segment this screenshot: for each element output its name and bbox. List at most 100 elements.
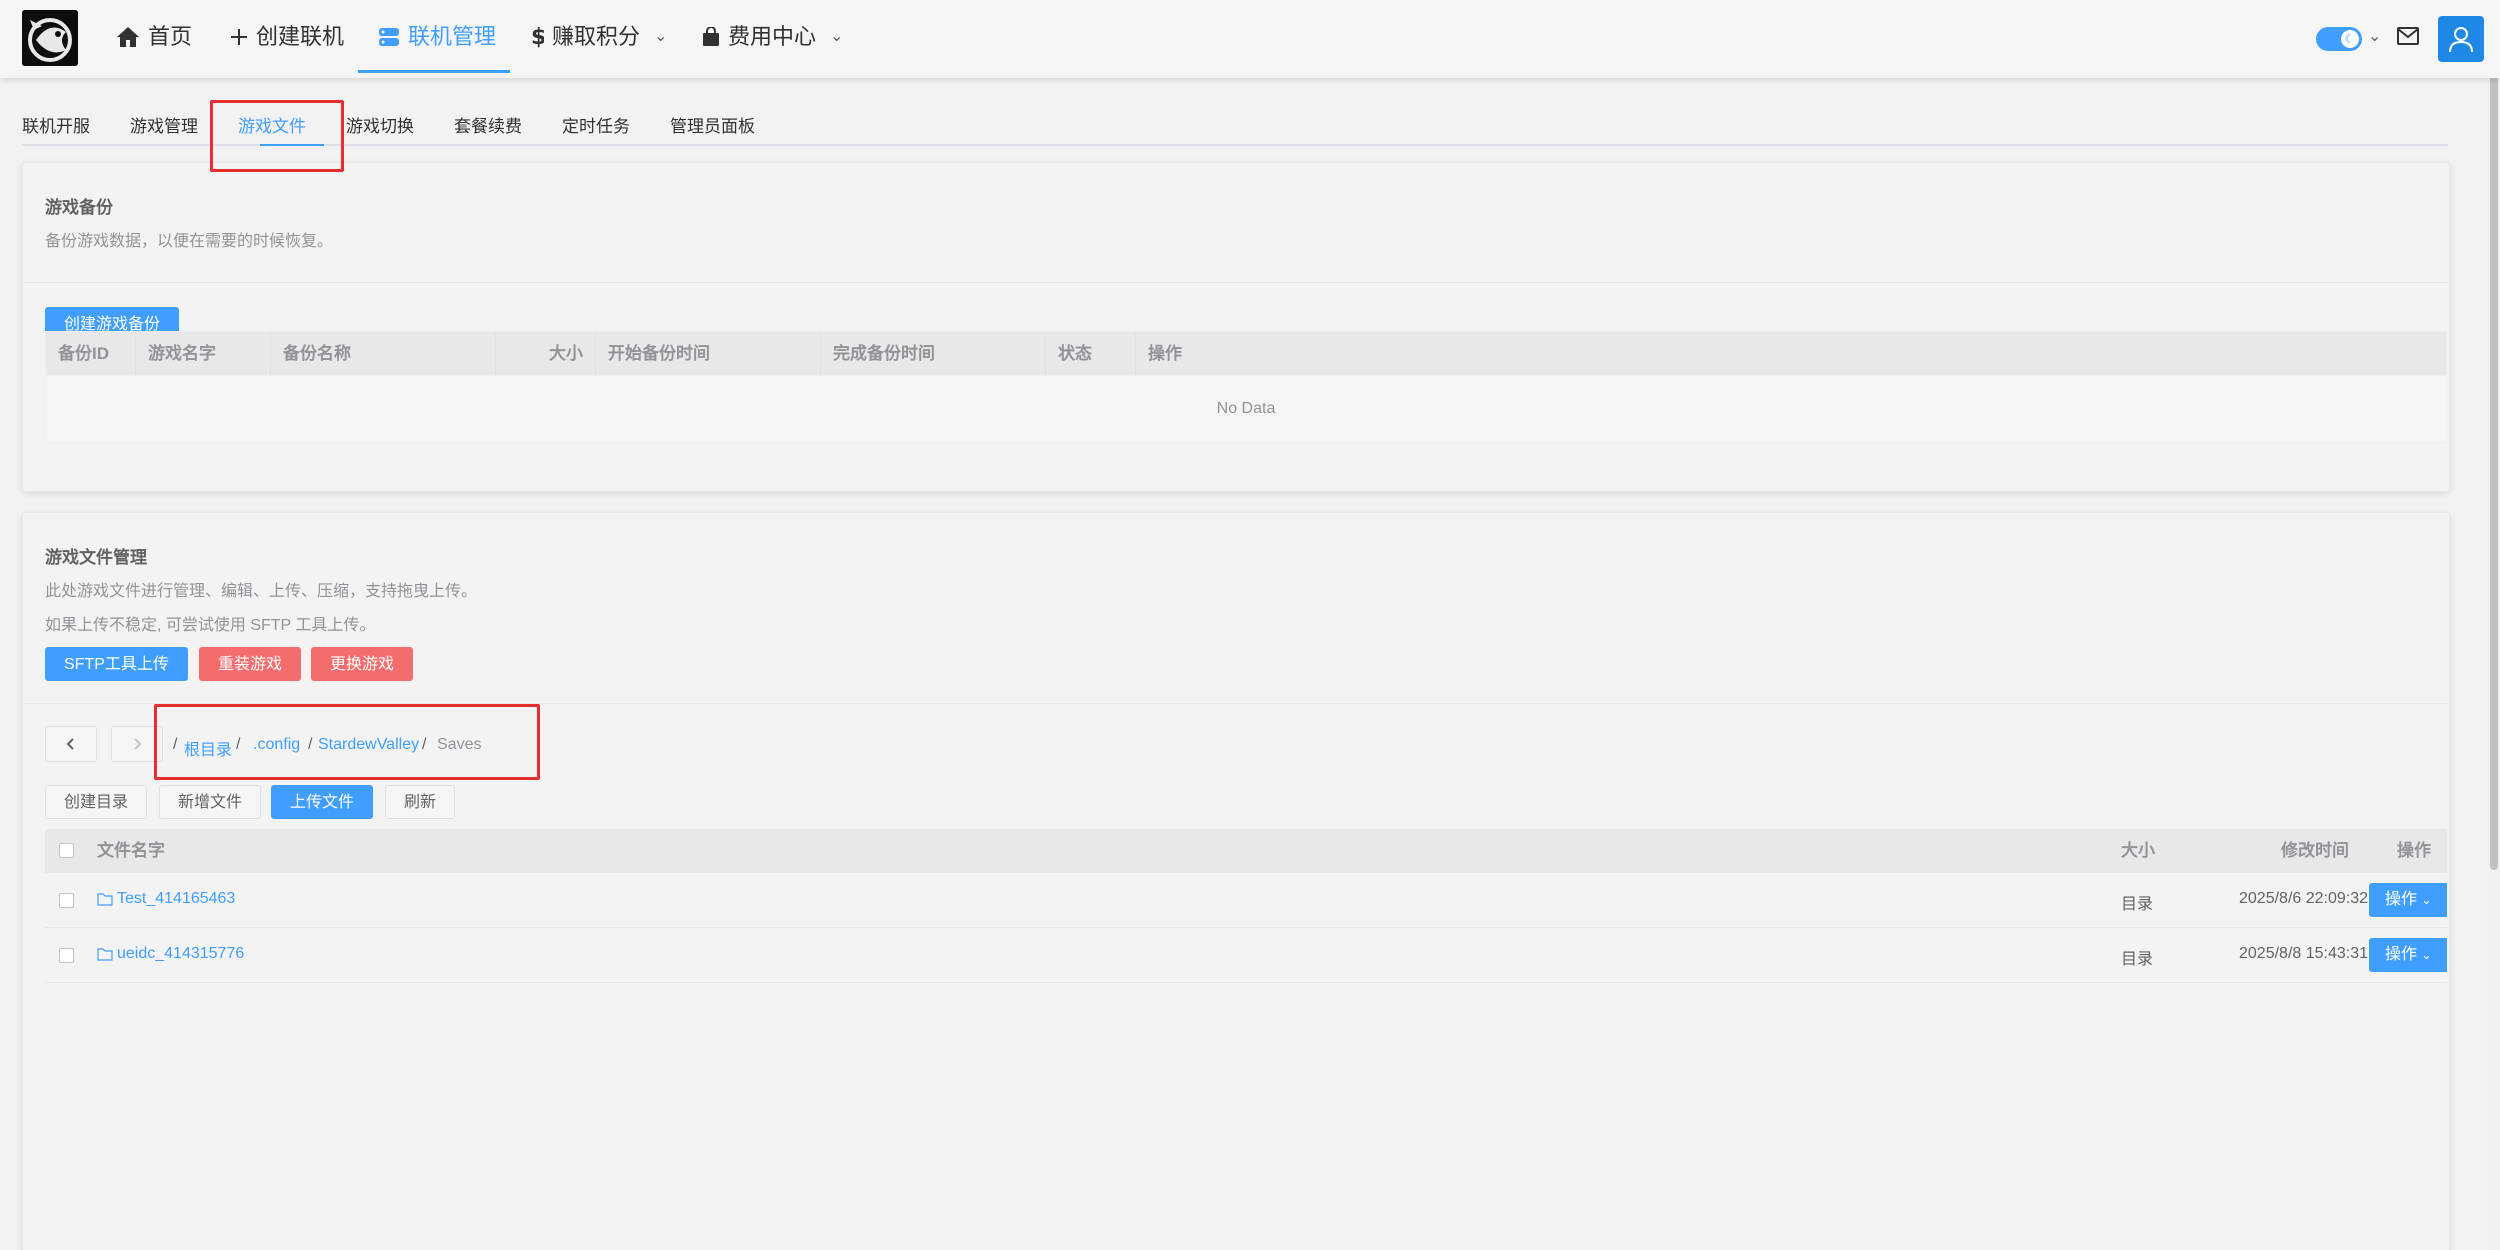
tab-game-files[interactable]: 游戏文件 <box>238 112 306 137</box>
tab-server-start[interactable]: 联机开服 <box>22 112 90 137</box>
top-navbar: 首页 创建联机 联机管理 $ 赚取积分 ⌄ 费用中心 ⌄ ☾ ⌄ <box>0 0 2500 78</box>
breadcrumb-separator: / <box>422 736 427 753</box>
folder-icon <box>97 948 113 961</box>
backup-table: 备份ID 游戏名字 备份名称 大小 开始备份时间 完成备份时间 状态 操作 No… <box>45 331 2447 443</box>
nav-fees[interactable]: 费用中心 ⌄ <box>702 0 843 74</box>
create-directory-button[interactable]: 创建目录 <box>45 785 148 819</box>
tab-game-manage[interactable]: 游戏管理 <box>130 112 198 137</box>
table-row: ueidc_414315776 目录 2025/8/8 15:43:31 操作 … <box>45 928 2447 983</box>
user-icon <box>2449 27 2473 53</box>
mail-icon[interactable] <box>2396 24 2420 53</box>
select-all-checkbox[interactable] <box>59 843 74 858</box>
breadcrumb-separator: / <box>308 736 313 753</box>
page-scrollbar[interactable] <box>2488 0 2500 1250</box>
chevron-down-icon: ⌄ <box>830 28 844 45</box>
table-row: Test_414165463 目录 2025/8/6 22:09:32 操作 ⌄ <box>45 873 2447 928</box>
new-file-button[interactable]: 新增文件 <box>159 785 262 819</box>
chevron-right-icon <box>134 738 142 750</box>
col-file-name: 文件名字 <box>97 841 165 860</box>
nav-fees-label: 费用中心 <box>728 24 817 49</box>
col-status: 状态 <box>1046 332 1136 376</box>
col-modified-time: 修改时间 <box>2281 841 2349 860</box>
breadcrumb-separator: / <box>236 736 241 753</box>
col-size: 大小 <box>496 332 596 376</box>
file-manager-card: 游戏文件管理 此处游戏文件进行管理、编辑、上传、压缩，支持拖曳上传。 如果上传不… <box>22 512 2450 1250</box>
nav-create[interactable]: 创建联机 <box>230 0 344 74</box>
divider <box>23 703 2449 704</box>
forward-button[interactable] <box>111 726 163 762</box>
file-mtime: 2025/8/8 15:43:31 <box>2239 945 2369 962</box>
row-checkbox[interactable] <box>59 893 74 908</box>
col-file-size: 大小 <box>2121 841 2155 860</box>
svg-text:$: $ <box>531 25 544 49</box>
backup-card: 游戏备份 备份游戏数据，以便在需要的时候恢复。 创建游戏备份 备份ID 游戏名字… <box>22 162 2450 492</box>
breadcrumb-root[interactable]: 根目录 <box>184 736 232 760</box>
col-start-time: 开始备份时间 <box>596 332 821 376</box>
row-action-button[interactable]: 操作 ⌄ <box>2369 938 2447 972</box>
col-actions: 操作 <box>1148 344 1182 363</box>
dollar-icon: $ <box>531 25 544 49</box>
sftp-hint: 如果上传不稳定, 可尝试使用 SFTP 工具上传。 <box>45 617 376 634</box>
tab-admin-panel[interactable]: 管理员面板 <box>670 112 755 137</box>
reinstall-game-button[interactable]: 重装游戏 <box>199 647 302 681</box>
file-table-header: 文件名字 大小 修改时间 操作 <box>45 829 2447 873</box>
tab-active-indicator <box>260 144 324 146</box>
upload-file-button[interactable]: 上传文件 <box>271 785 374 819</box>
change-game-button[interactable]: 更换游戏 <box>311 647 414 681</box>
chevron-down-icon: ⌄ <box>2421 893 2432 907</box>
divider <box>23 282 2449 283</box>
nav-create-label: 创建联机 <box>256 24 345 49</box>
theme-toggle[interactable]: ☾ <box>2316 27 2362 51</box>
home-icon <box>117 27 139 47</box>
nav-home-label: 首页 <box>148 24 193 49</box>
col-game-name: 游戏名字 <box>136 332 271 376</box>
file-name-link[interactable]: Test_414165463 <box>97 890 235 908</box>
back-button[interactable] <box>45 726 97 762</box>
col-backup-name: 备份名称 <box>271 332 496 376</box>
logo[interactable] <box>22 10 78 66</box>
sftp-upload-button[interactable]: SFTP工具上传 <box>45 647 188 681</box>
plus-icon <box>231 29 247 45</box>
breadcrumb-separator: / <box>173 736 178 753</box>
tab-renew[interactable]: 套餐续费 <box>454 112 522 137</box>
chevron-down-icon: ⌄ <box>654 28 668 45</box>
file-size: 目录 <box>2121 951 2154 968</box>
nav-earn-label: 赚取积分 <box>552 24 641 49</box>
file-name: ueidc_414315776 <box>117 945 245 962</box>
col-backup-id: 备份ID <box>46 332 136 376</box>
row-action-label: 操作 <box>2385 946 2418 963</box>
row-action-button[interactable]: 操作 ⌄ <box>2369 883 2447 917</box>
shopping-bag-icon <box>703 27 719 46</box>
file-size: 目录 <box>2121 896 2154 913</box>
tab-scheduled-tasks[interactable]: 定时任务 <box>562 112 630 137</box>
file-mtime: 2025/8/6 22:09:32 <box>2239 890 2369 907</box>
backup-description: 备份游戏数据，以便在需要的时候恢复。 <box>45 233 334 250</box>
file-name: Test_414165463 <box>117 890 236 907</box>
nav-home[interactable]: 首页 <box>116 0 192 74</box>
row-action-label: 操作 <box>2385 891 2418 908</box>
nav-active-indicator <box>358 70 510 73</box>
nav-manage-label: 联机管理 <box>408 24 497 49</box>
chevron-down-icon: ⌄ <box>2421 948 2432 962</box>
breadcrumb-config[interactable]: .config <box>253 736 300 754</box>
nav-manage[interactable]: 联机管理 <box>378 0 496 74</box>
sub-tabs: 联机开服 游戏管理 游戏文件 游戏切换 套餐续费 定时任务 管理员面板 <box>22 108 2448 146</box>
col-file-actions: 操作 <box>2397 841 2431 860</box>
breadcrumb-saves: Saves <box>437 736 482 753</box>
chevron-left-icon <box>66 738 74 750</box>
refresh-button[interactable]: 刷新 <box>385 785 456 819</box>
nav-earn[interactable]: $ 赚取积分 ⌄ <box>530 0 667 74</box>
file-name-link[interactable]: ueidc_414315776 <box>97 945 244 963</box>
server-icon <box>379 28 399 46</box>
col-end-time: 完成备份时间 <box>821 332 1046 376</box>
scrollbar-thumb[interactable] <box>2490 0 2498 870</box>
chevron-down-icon[interactable]: ⌄ <box>2368 26 2381 46</box>
file-manager-description: 此处游戏文件进行管理、编辑、上传、压缩，支持拖曳上传。 <box>45 583 478 600</box>
tab-game-switch[interactable]: 游戏切换 <box>346 112 414 137</box>
folder-icon <box>97 893 113 906</box>
row-checkbox[interactable] <box>59 948 74 963</box>
file-manager-title: 游戏文件管理 <box>45 548 147 567</box>
backup-table-header: 备份ID 游戏名字 备份名称 大小 开始备份时间 完成备份时间 状态 操作 <box>46 332 2446 376</box>
avatar[interactable] <box>2438 16 2484 62</box>
breadcrumb-stardewvalley[interactable]: StardewValley <box>318 736 419 754</box>
